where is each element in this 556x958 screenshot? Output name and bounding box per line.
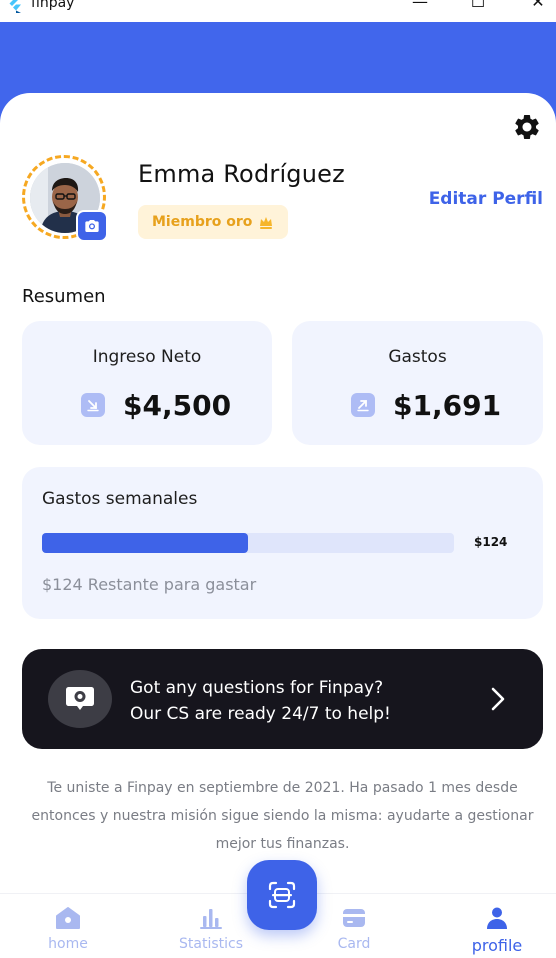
change-photo-button[interactable]: [76, 210, 108, 242]
chat-icon: [48, 670, 112, 728]
nav-profile[interactable]: profile: [452, 906, 542, 955]
nav-home-label: home: [48, 936, 88, 952]
income-arrow-icon: [81, 393, 105, 417]
nav-profile-label: profile: [471, 936, 523, 955]
home-icon: [56, 907, 80, 929]
weekly-spending-card: Gastos semanales $124 $124 Restante para…: [22, 467, 543, 619]
edit-profile-link[interactable]: Editar Perfil: [429, 189, 543, 209]
support-line-2: Our CS are ready 24/7 to help!: [130, 704, 391, 724]
chevron-right-icon: [491, 687, 505, 711]
window-title: finpay: [31, 0, 75, 11]
income-card[interactable]: Ingreso Neto $4,500: [22, 321, 272, 445]
settings-gear-icon[interactable]: [512, 112, 542, 142]
user-name: Emma Rodríguez: [138, 160, 345, 188]
support-line-1: Got any questions for Finpay?: [130, 678, 384, 698]
expenses-value: $1,691: [393, 389, 502, 422]
crown-icon: [260, 217, 273, 229]
statistics-icon: [200, 909, 222, 929]
camera-icon: [85, 220, 99, 232]
scan-button[interactable]: [247, 860, 317, 930]
nav-card[interactable]: Card: [309, 906, 399, 952]
flutter-logo-icon: [9, 0, 21, 13]
customer-support-banner[interactable]: Got any questions for Finpay? Our CS are…: [22, 649, 543, 749]
nav-home[interactable]: home: [23, 906, 113, 952]
income-label: Ingreso Neto: [92, 347, 202, 367]
nav-statistics[interactable]: Statistics: [166, 906, 256, 952]
support-text: Got any questions for Finpay? Our CS are…: [130, 675, 391, 727]
minimize-button[interactable]: —: [405, 0, 435, 11]
weekly-amount: $124: [474, 535, 508, 549]
expenses-card[interactable]: Gastos $1,691: [292, 321, 543, 445]
card-icon: [343, 909, 365, 927]
nav-statistics-label: Statistics: [179, 936, 243, 952]
window-titlebar: finpay — ☐ ✕: [0, 0, 556, 22]
membership-label: Miembro oro: [152, 214, 253, 230]
weekly-title: Gastos semanales: [42, 489, 198, 509]
nav-card-label: Card: [337, 936, 371, 952]
weekly-progress-fill: [42, 533, 248, 553]
maximize-button[interactable]: ☐: [463, 0, 493, 11]
scan-icon: [268, 881, 296, 909]
close-button[interactable]: ✕: [523, 0, 553, 11]
expenses-arrow-icon: [351, 393, 375, 417]
weekly-progress-track: [42, 533, 454, 553]
expenses-label: Gastos: [388, 347, 447, 367]
join-note: Te uniste a Finpay en septiembre de 2021…: [31, 780, 534, 852]
income-value: $4,500: [123, 389, 232, 422]
membership-badge: Miembro oro: [138, 205, 289, 239]
profile-icon: [487, 907, 507, 929]
weekly-remaining: $124 Restante para gastar: [42, 575, 257, 594]
summary-title: Resumen: [22, 286, 106, 307]
